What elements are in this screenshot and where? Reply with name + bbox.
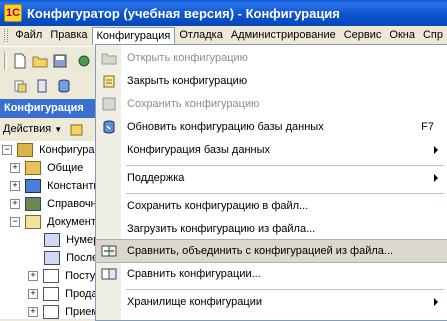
- actions-menu-button[interactable]: Действия ▼: [3, 123, 62, 135]
- expand-icon[interactable]: +: [28, 307, 38, 318]
- submenu-arrow-icon: [434, 146, 438, 154]
- close-config-icon: [103, 75, 115, 88]
- cut-icon[interactable]: [12, 78, 28, 94]
- menubar-grip[interactable]: [4, 29, 9, 42]
- dropdown-arrow-icon: ▼: [54, 125, 63, 134]
- copy-icon[interactable]: [34, 78, 50, 94]
- update-db-icon: [103, 120, 115, 134]
- new-document-icon[interactable]: [12, 53, 28, 69]
- expand-icon[interactable]: +: [28, 271, 38, 282]
- submenu-arrow-icon: [434, 298, 438, 306]
- documents-icon: [25, 215, 42, 230]
- open-folder-icon[interactable]: [32, 53, 48, 69]
- tree-item-catalogs[interactable]: + Справочни: [10, 195, 96, 213]
- config-tree: − Конфигурация + Общие + Константы + Спр…: [0, 141, 96, 319]
- menu-separator: [126, 289, 444, 290]
- save-icon[interactable]: [52, 53, 68, 69]
- save-icon: [102, 97, 116, 111]
- menu-save-configuration[interactable]: Сохранить конфигурацию: [96, 93, 447, 115]
- app-logo-icon: 1С: [4, 4, 22, 22]
- menu-support[interactable]: Поддержка: [96, 167, 447, 189]
- catalogs-icon: [25, 197, 42, 212]
- collapse-icon[interactable]: −: [10, 217, 20, 228]
- tree-item-numerators[interactable]: Нумер: [44, 231, 96, 249]
- sequence-icon: [44, 251, 60, 266]
- configuration-dropdown-menu: Открыть конфигурацию Закрыть конфигураци…: [95, 44, 447, 321]
- tree-item-document-1[interactable]: + Посту: [28, 267, 95, 285]
- menu-update-db-configuration[interactable]: Обновить конфигурацию базы данных F7: [96, 116, 447, 138]
- menu-separator: [126, 193, 444, 194]
- menu-debug[interactable]: Отладка: [175, 27, 226, 44]
- toolbar-grip[interactable]: [4, 52, 7, 70]
- menu-compare-merge-from-file[interactable]: Сравнить, объединить с конфигурацией из …: [95, 239, 447, 263]
- menu-db-configuration[interactable]: Конфигурация базы данных: [96, 139, 447, 161]
- menu-bar: Файл Правка Конфигурация Отладка Админис…: [0, 26, 447, 45]
- config-panel-header: Конфигурация: [0, 99, 96, 118]
- tree-item-document-3[interactable]: + Прием: [28, 303, 96, 319]
- window-title: Конфигуратор (учебная версия) - Конфигур…: [27, 5, 340, 21]
- tools-icon[interactable]: [76, 53, 92, 69]
- menu-compare-configurations[interactable]: Сравнить конфигурации...: [96, 263, 447, 285]
- constants-icon: [25, 179, 42, 194]
- compare-icon: [101, 268, 117, 280]
- common-icon: [25, 161, 42, 176]
- document-icon: [43, 269, 60, 284]
- shortcut-f7: F7: [421, 121, 434, 133]
- expand-icon[interactable]: +: [10, 199, 20, 210]
- expand-icon[interactable]: +: [28, 289, 38, 300]
- menu-load-config-from-file[interactable]: Загрузить конфигурацию из файла...: [96, 218, 447, 240]
- menu-close-configuration[interactable]: Закрыть конфигурацию: [96, 70, 447, 92]
- menu-separator: [126, 165, 444, 166]
- menu-windows[interactable]: Окна: [385, 27, 419, 44]
- open-icon: [101, 53, 117, 65]
- tree-item-common[interactable]: + Общие: [10, 159, 83, 177]
- compare-merge-icon: [101, 245, 117, 257]
- menu-file[interactable]: Файл: [11, 27, 46, 44]
- database-icon[interactable]: [56, 78, 72, 94]
- title-bar: 1С Конфигуратор (учебная версия) - Конфи…: [0, 0, 447, 26]
- submenu-arrow-icon: [434, 174, 438, 182]
- tree-item-configuration[interactable]: − Конфигурация: [2, 141, 96, 159]
- expand-icon[interactable]: +: [10, 181, 20, 192]
- add-icon[interactable]: [70, 123, 84, 137]
- menu-save-config-to-file[interactable]: Сохранить конфигурацию в файл...: [96, 195, 447, 217]
- document-icon: [43, 287, 60, 302]
- tree-item-sequences[interactable]: Последо: [44, 249, 96, 267]
- config-icon: [17, 143, 34, 158]
- menu-configuration[interactable]: Конфигурация: [91, 26, 176, 45]
- menu-edit[interactable]: Правка: [46, 27, 91, 44]
- menu-config-repository[interactable]: Хранилище конфигурации: [96, 291, 447, 313]
- numerator-icon: [44, 233, 60, 248]
- actions-label: Действия: [3, 123, 52, 135]
- config-panel-toolbar: Действия ▼: [0, 120, 96, 140]
- tree-item-document-2[interactable]: + Прода: [28, 285, 96, 303]
- menu-service[interactable]: Сервис: [340, 27, 386, 44]
- tree-item-documents[interactable]: − Документы: [10, 213, 96, 231]
- menu-administration[interactable]: Администрирование: [227, 27, 340, 44]
- document-icon: [43, 305, 60, 319]
- collapse-icon[interactable]: −: [2, 145, 12, 156]
- tree-item-constants[interactable]: + Константы: [10, 177, 96, 195]
- menu-open-configuration[interactable]: Открыть конфигурацию: [96, 47, 447, 69]
- expand-icon[interactable]: +: [10, 163, 20, 174]
- menu-help[interactable]: Спр: [419, 27, 447, 44]
